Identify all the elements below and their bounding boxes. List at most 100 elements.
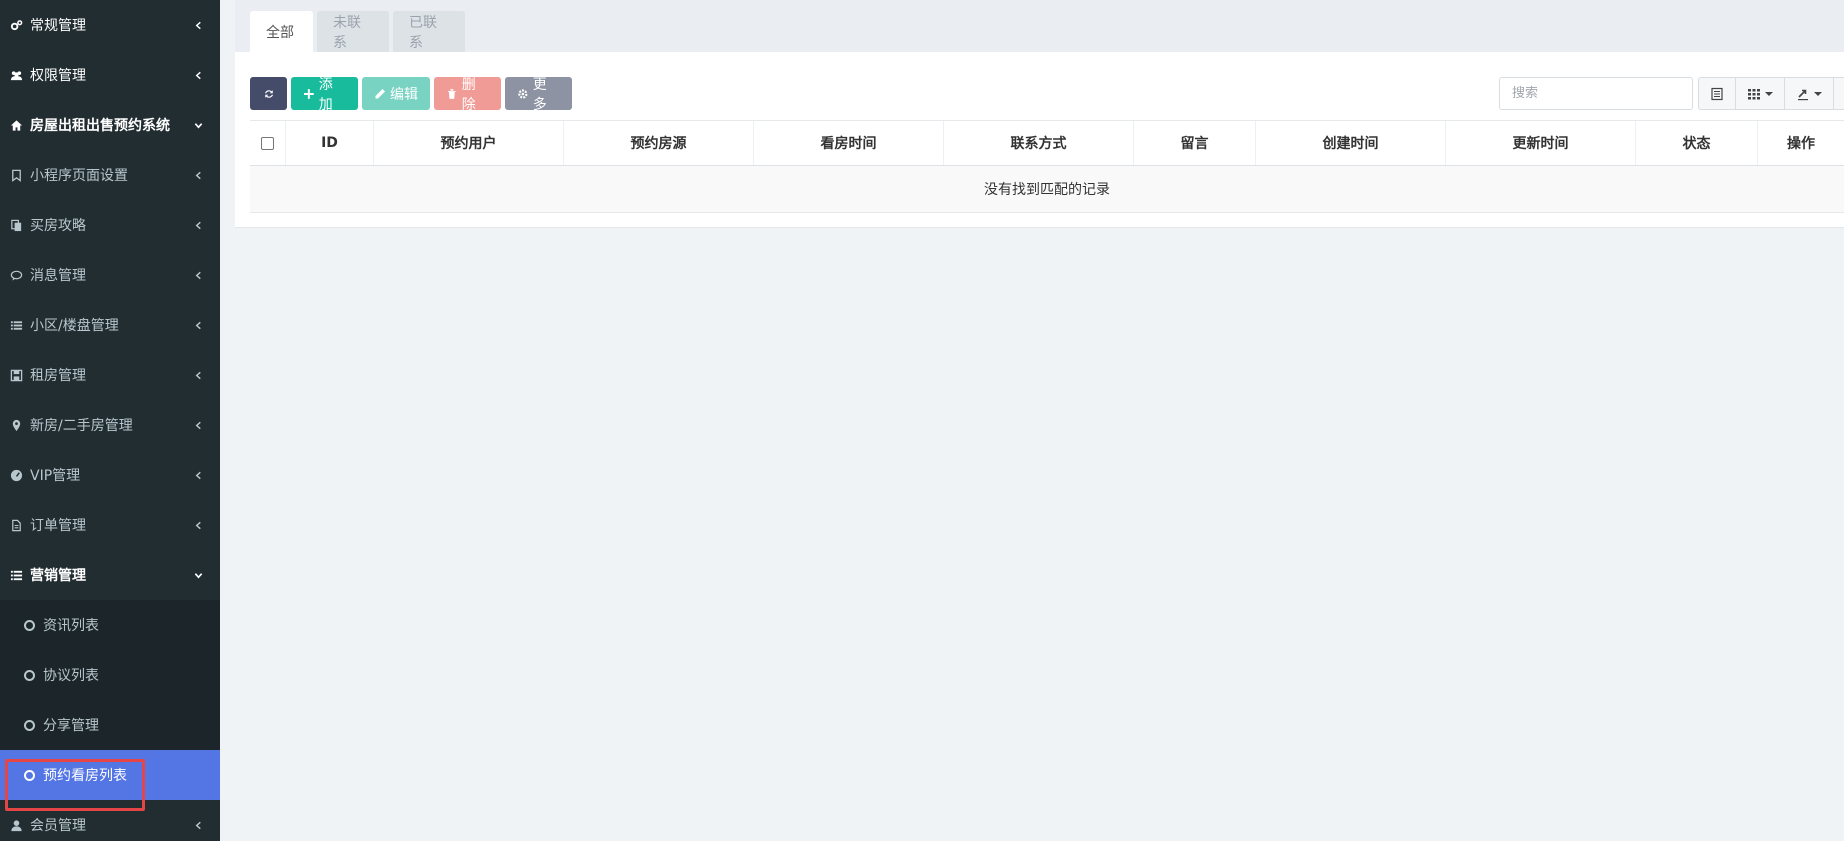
chevron-left-icon [193, 20, 203, 30]
col-update-time[interactable]: 更新时间 [1446, 121, 1636, 165]
sidebar-item-label: 新房/二手房管理 [30, 418, 133, 434]
empty-row: 没有找到匹配的记录 [250, 166, 1844, 213]
tab-all[interactable]: 全部 [250, 11, 313, 52]
sidebar-item-label: 小区/楼盘管理 [30, 318, 119, 334]
chevron-left-icon [193, 420, 203, 430]
sidebar-subitem-label: 协议列表 [43, 668, 99, 684]
extra-tool-button[interactable] [1833, 77, 1844, 110]
sidebar-item-2[interactable]: 房屋出租出售预约系统 [0, 100, 220, 150]
more-label: 更多 [532, 76, 547, 113]
list-alt-icon [8, 567, 24, 583]
col-status[interactable]: 状态 [1636, 121, 1758, 165]
content-panel: 添加 编辑 删除 更多 ID [235, 52, 1844, 228]
group-icon [8, 67, 24, 83]
search-input[interactable] [1499, 77, 1693, 110]
circle-icon [24, 669, 35, 681]
file-text-icon [8, 517, 24, 533]
sidebar-subitem-2[interactable]: 分享管理 [0, 700, 220, 750]
sidebar-item-10[interactable]: 订单管理 [0, 500, 220, 550]
chevron-down-icon [1814, 91, 1822, 96]
toggle-view-button[interactable] [1698, 77, 1736, 110]
sidebar-item-label: 小程序页面设置 [30, 168, 128, 184]
sidebar-item-label: 消息管理 [30, 268, 86, 284]
chevron-left-icon [193, 320, 203, 330]
circle-icon [24, 719, 35, 731]
sidebar-item-label: 营销管理 [30, 568, 86, 584]
sidebar-item-label: 会员管理 [30, 818, 86, 834]
sidebar-item-label: 买房攻略 [30, 218, 86, 234]
col-house[interactable]: 预约房源 [564, 121, 754, 165]
trash-icon [447, 88, 456, 99]
tab-strip: 全部 未联系 已联系 [235, 0, 1844, 52]
pencil-icon [375, 88, 385, 98]
grid-icon [1748, 88, 1760, 99]
col-contact[interactable]: 联系方式 [944, 121, 1134, 165]
refresh-icon [264, 89, 273, 98]
sidebar-item-5[interactable]: 消息管理 [0, 250, 220, 300]
chevron-down-icon [193, 120, 203, 130]
select-all-cell [250, 121, 286, 165]
tab-uncontacted[interactable]: 未联系 [317, 11, 389, 52]
sidebar-item-11[interactable]: 营销管理 [0, 550, 220, 600]
sidebar-item-3[interactable]: 小程序页面设置 [0, 150, 220, 200]
list-view-icon [1711, 87, 1723, 100]
sidebar-subitem-label: 预约看房列表 [43, 768, 127, 784]
sidebar-item-6[interactable]: 小区/楼盘管理 [0, 300, 220, 350]
select-all-checkbox[interactable] [261, 136, 274, 150]
floppy-icon [8, 367, 24, 383]
sidebar-item-1[interactable]: 权限管理 [0, 50, 220, 100]
col-user[interactable]: 预约用户 [374, 121, 564, 165]
gear-icon [518, 88, 528, 99]
list-icon [8, 317, 24, 333]
columns-button[interactable] [1735, 77, 1785, 110]
sidebar-item-label: 订单管理 [30, 518, 86, 534]
col-id[interactable]: ID [286, 121, 374, 165]
sidebar-item-label: 权限管理 [30, 68, 86, 84]
plus-icon [303, 88, 314, 99]
edit-button[interactable]: 编辑 [362, 77, 430, 110]
tab-contacted[interactable]: 已联系 [393, 11, 465, 52]
sidebar-item-label: 房屋出租出售预约系统 [30, 118, 170, 134]
sidebar-item-label: 常规管理 [30, 18, 86, 34]
sidebar-item-8[interactable]: 新房/二手房管理 [0, 400, 220, 450]
table-tools [1698, 77, 1844, 110]
delete-button[interactable]: 删除 [434, 77, 501, 113]
sidebar-item-4[interactable]: 买房攻略 [0, 200, 220, 250]
chevron-left-icon [193, 270, 203, 280]
sidebar-item-0[interactable]: 常规管理 [0, 0, 220, 50]
more-button[interactable]: 更多 [505, 77, 572, 113]
chevron-left-icon [193, 370, 203, 380]
col-create-time[interactable]: 创建时间 [1256, 121, 1446, 165]
chevron-down-icon [1765, 91, 1773, 96]
col-actions: 操作 [1787, 136, 1815, 152]
sidebar-item-7[interactable]: 租房管理 [0, 350, 220, 400]
sidebar: 常规管理 权限管理 房屋出租出售预约系统 小程序页面设置 买房攻略 消息管理 小… [0, 0, 220, 841]
map-marker-icon [8, 417, 24, 433]
chevron-left-icon [193, 70, 203, 80]
toolbar: 添加 编辑 删除 更多 [250, 77, 572, 113]
export-button[interactable] [1784, 77, 1834, 110]
sidebar-item-label: VIP管理 [30, 468, 81, 484]
comment-icon [8, 267, 24, 283]
sidebar-item-label: 租房管理 [30, 368, 86, 384]
export-icon [1798, 89, 1808, 100]
chevron-left-icon [193, 470, 203, 480]
col-view-time[interactable]: 看房时间 [754, 121, 944, 165]
chevron-left-icon [193, 220, 203, 230]
circle-icon [24, 769, 35, 781]
add-button[interactable]: 添加 [291, 77, 358, 113]
sidebar-subitem-3[interactable]: 预约看房列表 [0, 750, 220, 800]
dashboard-icon [8, 467, 24, 483]
edit-label: 编辑 [390, 86, 418, 103]
sidebar-item-member[interactable]: 会员管理 [0, 800, 220, 841]
bookmark-icon [8, 167, 24, 183]
refresh-button[interactable] [250, 77, 287, 110]
sidebar-item-9[interactable]: VIP管理 [0, 450, 220, 500]
sidebar-subitem-0[interactable]: 资讯列表 [0, 600, 220, 650]
sidebar-subitem-1[interactable]: 协议列表 [0, 650, 220, 700]
delete-label: 删除 [461, 76, 476, 113]
col-message[interactable]: 留言 [1134, 121, 1256, 165]
files-icon [8, 217, 24, 233]
cogs-icon [8, 17, 24, 33]
sidebar-subitem-label: 分享管理 [43, 718, 99, 734]
